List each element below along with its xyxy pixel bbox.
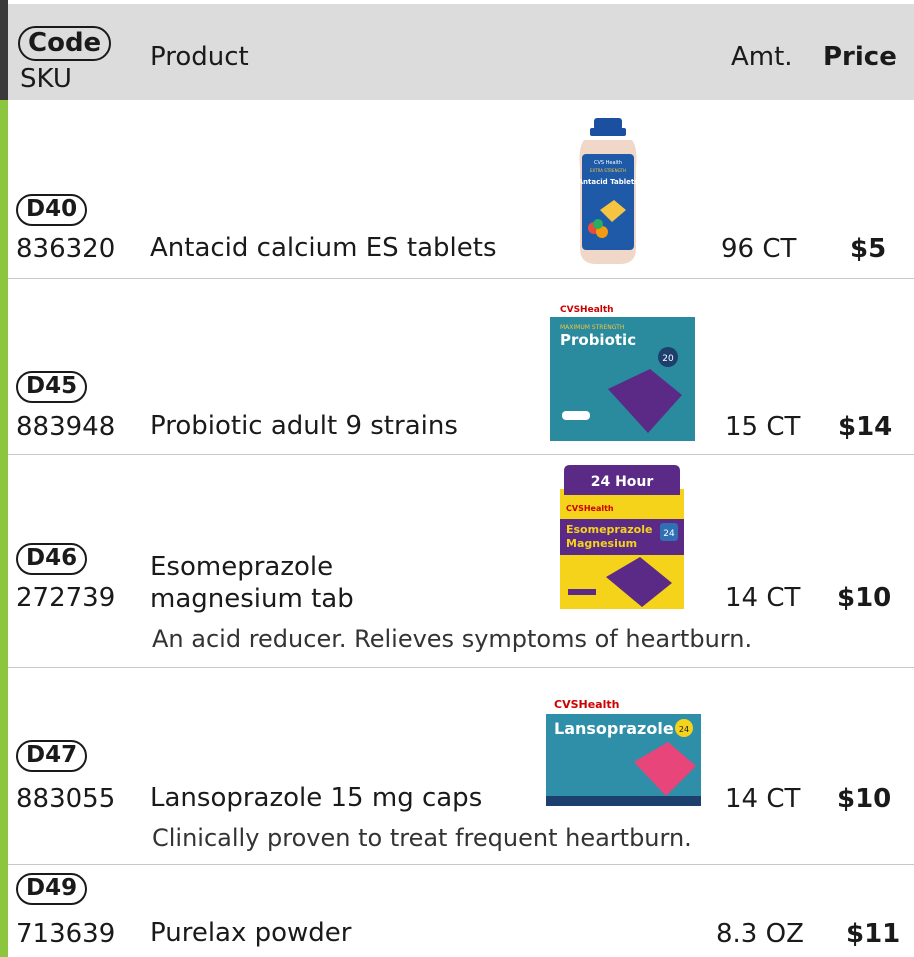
item-sku: 836320: [16, 234, 116, 264]
item-name: Antacid calcium ES tablets: [150, 233, 497, 263]
package-badge: 24: [679, 725, 689, 734]
item-amount: 15 CT: [725, 412, 801, 442]
item-code: D47: [16, 740, 88, 772]
item-amount: 14 CT: [725, 784, 801, 814]
package-banner: 24 Hour: [591, 474, 654, 490]
item-name: Probiotic adult 9 strains: [150, 411, 458, 441]
package-title: Antacid Tablets: [578, 178, 639, 186]
item-price: $14: [838, 412, 893, 442]
table-row: D46 272739 Esomeprazole magnesium tab 14…: [8, 455, 914, 667]
price-column-header: Price: [823, 42, 897, 72]
package-title2: Magnesium: [566, 537, 637, 550]
esomeprazole-box-image: 24 Hour CVSHealth Esomeprazole Magnesium…: [560, 465, 684, 609]
header-accent-bar: [0, 0, 8, 100]
antacid-bottle-image: CVS Health EXTRA STRENGTH Antacid Tablet…: [578, 118, 639, 264]
item-name: Purelax powder: [150, 918, 352, 948]
table-row: D47 883055 Lansoprazole 15 mg caps 14 CT…: [8, 668, 914, 864]
table-row: D45 883948 Probiotic adult 9 strains 15 …: [8, 279, 914, 454]
item-sku: 883055: [16, 784, 116, 814]
item-code: D46: [16, 543, 88, 575]
item-description: Clinically proven to treat frequent hear…: [152, 824, 692, 852]
item-price: $5: [850, 234, 887, 264]
item-code: D40: [16, 194, 88, 226]
table-header: Code SKU Product Amt. Price: [8, 4, 914, 100]
item-name: Lansoprazole 15 mg caps: [150, 783, 483, 813]
item-amount: 96 CT: [721, 234, 797, 264]
table-row: D49 713639 Purelax powder 8.3 OZ $11: [8, 865, 914, 957]
code-column-header: Code: [18, 26, 112, 61]
sku-column-header: SKU: [20, 64, 72, 94]
item-amount: 8.3 OZ: [716, 919, 804, 949]
product-list-page: Code SKU Product Amt. Price D40 836320 A…: [0, 0, 914, 957]
list-accent-bar: [0, 100, 8, 957]
package-brand: CVSHealth: [560, 305, 614, 315]
probiotic-box-image: CVSHealth MAXIMUM STRENGTH Probiotic 20: [550, 299, 695, 441]
package-line: MAXIMUM STRENGTH: [560, 324, 624, 331]
package-badge: 20: [662, 354, 674, 364]
item-code: D45: [16, 371, 88, 403]
package-title1: Esomeprazole: [566, 523, 652, 536]
item-code: D49: [16, 873, 88, 905]
package-brand: CVS Health: [594, 160, 622, 166]
item-price: $11: [846, 919, 901, 949]
item-sku: 272739: [16, 583, 116, 613]
item-name-line1: Esomeprazole: [150, 552, 334, 582]
table-row: D40 836320 Antacid calcium ES tablets 96…: [8, 100, 914, 278]
package-title: Lansoprazole: [554, 719, 674, 738]
package-brand: CVSHealth: [554, 698, 619, 711]
package-badge: 24: [663, 529, 675, 539]
amount-column-header: Amt.: [731, 42, 793, 72]
item-sku: 713639: [16, 919, 116, 949]
item-price: $10: [837, 784, 892, 814]
item-sku: 883948: [16, 412, 116, 442]
package-line: EXTRA STRENGTH: [590, 168, 626, 173]
item-amount: 14 CT: [725, 583, 801, 613]
product-column-header: Product: [150, 42, 249, 72]
item-name-line2: magnesium tab: [150, 584, 354, 614]
lansoprazole-box-image: CVSHealth Lansoprazole 24: [546, 692, 701, 806]
package-brand: CVSHealth: [566, 504, 614, 513]
package-title: Probiotic: [560, 331, 636, 349]
item-price: $10: [837, 583, 892, 613]
item-description: An acid reducer. Relieves symptoms of he…: [152, 625, 753, 653]
